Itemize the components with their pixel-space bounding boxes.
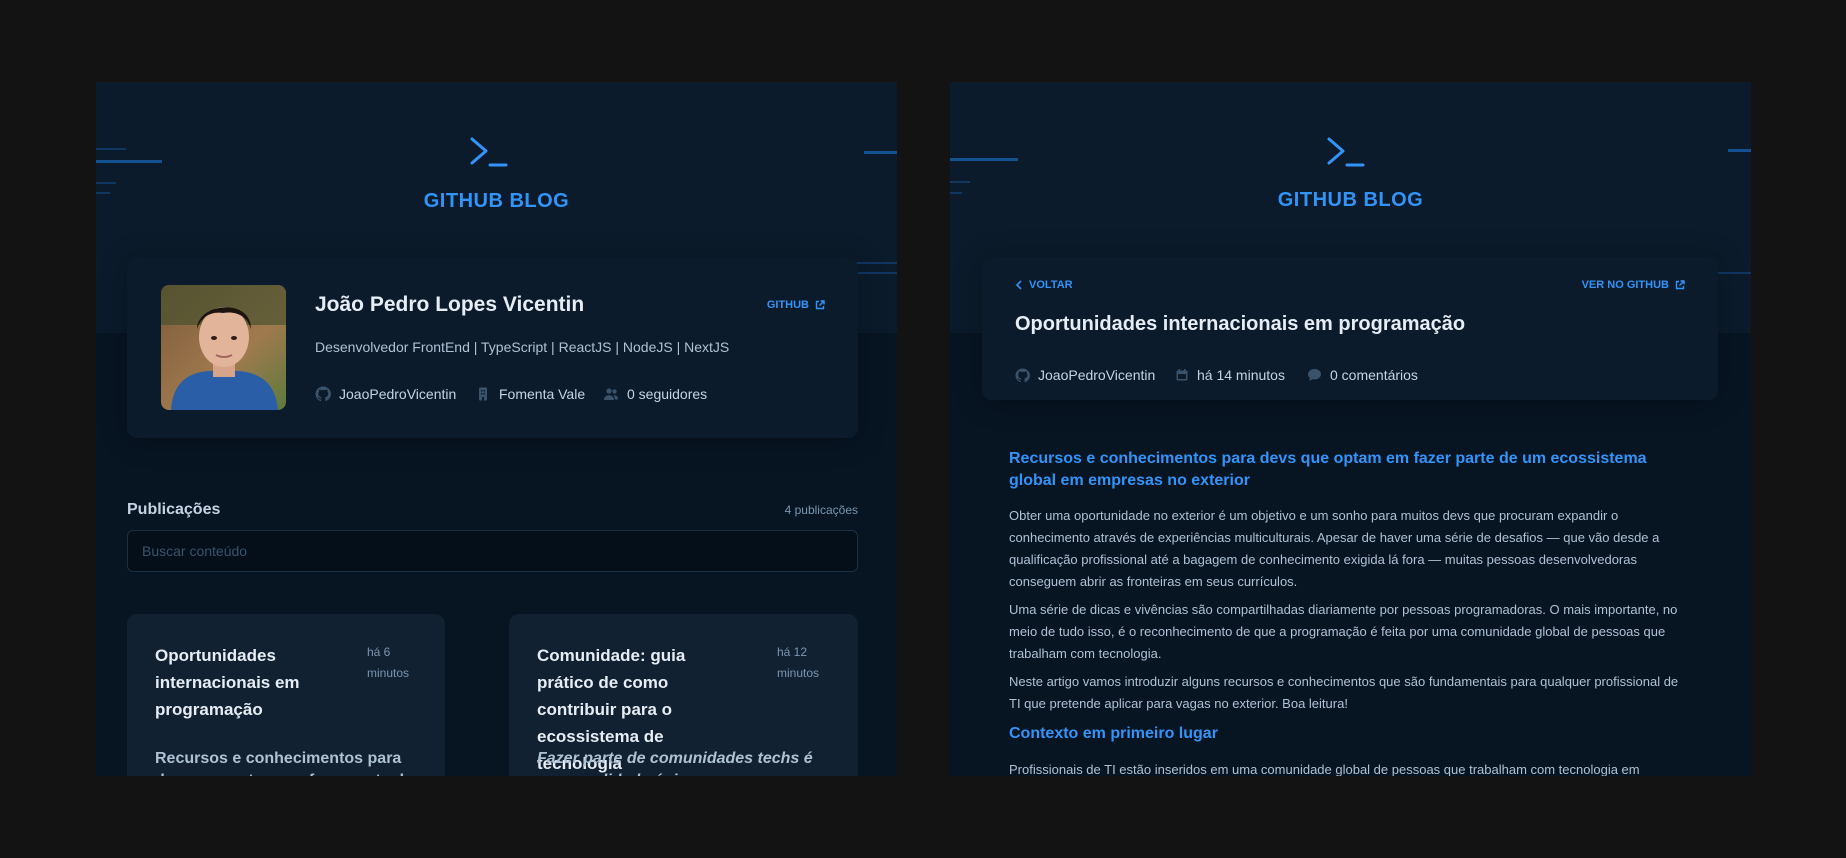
post-card-time: há 12 minutos xyxy=(777,645,820,680)
github-link-label: GITHUB xyxy=(766,299,809,311)
post-card[interactable]: Comunidade: guia prático de como contrib… xyxy=(509,614,858,776)
home-screen: GITHUB BLOG João Pedro Lopes Vicentin GI… xyxy=(96,82,897,776)
post-body-heading: Recursos e conhecimentos para devs que o… xyxy=(1009,450,1647,489)
stat-label: Fomenta Vale xyxy=(499,386,586,402)
view-label: VER NO GITHUB xyxy=(1581,279,1669,291)
post-paragraph: Profissionais de TI estão inseridos em u… xyxy=(1009,762,1640,776)
post-title: Oportunidades internacionais em programa… xyxy=(1015,313,1466,335)
comment-icon xyxy=(1308,369,1321,381)
header-decoration xyxy=(950,181,970,183)
header-decoration xyxy=(96,148,126,150)
back-label: VOLTAR xyxy=(1029,279,1073,291)
terminal-prompt-icon xyxy=(1327,137,1365,167)
post-card[interactable]: Oportunidades internacionais em programa… xyxy=(127,614,445,776)
publications-title: Publicações xyxy=(127,501,221,518)
stat-label: 0 seguidores xyxy=(627,386,708,402)
brand-name: GITHUB BLOG xyxy=(1277,189,1424,211)
publications-count: 4 publicações xyxy=(784,503,858,517)
brand-name: GITHUB BLOG xyxy=(423,190,570,212)
building-icon xyxy=(479,387,487,401)
meta-label: JoaoPedroVicentin xyxy=(1038,367,1156,383)
meta-label: 0 comentários xyxy=(1330,367,1418,383)
header-decoration xyxy=(864,151,897,154)
avatar xyxy=(161,285,286,410)
profile-bio: Desenvolvedor FrontEnd | TypeScript | Re… xyxy=(315,339,730,355)
github-icon xyxy=(315,386,331,402)
header-decoration xyxy=(950,158,1018,161)
terminal-prompt-icon xyxy=(470,137,508,167)
github-profile-link[interactable]: GITHUB xyxy=(767,299,825,311)
profile-card: João Pedro Lopes Vicentin GITHUB Desenvo… xyxy=(127,258,858,438)
back-link[interactable]: VOLTAR xyxy=(1015,279,1073,291)
meta-comments: 0 comentários xyxy=(1307,367,1418,383)
post-paragraph: Uma série de dicas e vivências são compa… xyxy=(1009,602,1678,661)
external-link-icon xyxy=(1675,280,1685,290)
meta-date: há 14 minutos xyxy=(1175,367,1285,383)
post-card-excerpt: Fazer parte de comunidades techs é uma q… xyxy=(537,750,813,776)
post-card-title: Oportunidades internacionais em programa… xyxy=(155,646,300,719)
stat-company: Fomenta Vale xyxy=(475,386,585,402)
header-decoration xyxy=(96,182,116,184)
post-body: Recursos e conhecimentos para devs que o… xyxy=(1009,448,1691,776)
header-decoration xyxy=(856,272,897,274)
header-decoration xyxy=(96,160,162,163)
external-link-icon xyxy=(815,300,825,310)
stat-github-user: JoaoPedroVicentin xyxy=(315,386,456,402)
post-card-time: há 6 minutos xyxy=(367,645,410,680)
post-screen: GITHUB BLOG VOLTAR VER NO GITHUB Oportun… xyxy=(950,82,1751,776)
users-icon xyxy=(604,388,619,400)
search-input[interactable] xyxy=(127,530,858,572)
meta-author: JoaoPedroVicentin xyxy=(1015,367,1155,383)
post-body-subheading: Contexto em primeiro lugar xyxy=(1009,725,1218,742)
view-on-github-link[interactable]: VER NO GITHUB xyxy=(1582,279,1685,291)
post-card-excerpt: Recursos e conhecimentos para devs que o… xyxy=(155,750,413,776)
stat-label: JoaoPedroVicentin xyxy=(339,386,457,402)
header-decoration xyxy=(1728,149,1751,152)
calendar-icon xyxy=(1176,369,1188,381)
chevron-left-icon xyxy=(1015,280,1022,290)
stat-followers: 0 seguidores xyxy=(603,386,707,402)
github-icon xyxy=(1015,367,1030,382)
post-info-card: VOLTAR VER NO GITHUB Oportunidades inter… xyxy=(982,257,1718,400)
post-paragraph: Neste artigo vamos introduzir alguns rec… xyxy=(1009,674,1679,711)
post-paragraph: Obter uma oportunidade no exterior é um … xyxy=(1009,508,1660,589)
meta-label: há 14 minutos xyxy=(1197,367,1285,383)
profile-name: João Pedro Lopes Vicentin xyxy=(315,293,585,316)
